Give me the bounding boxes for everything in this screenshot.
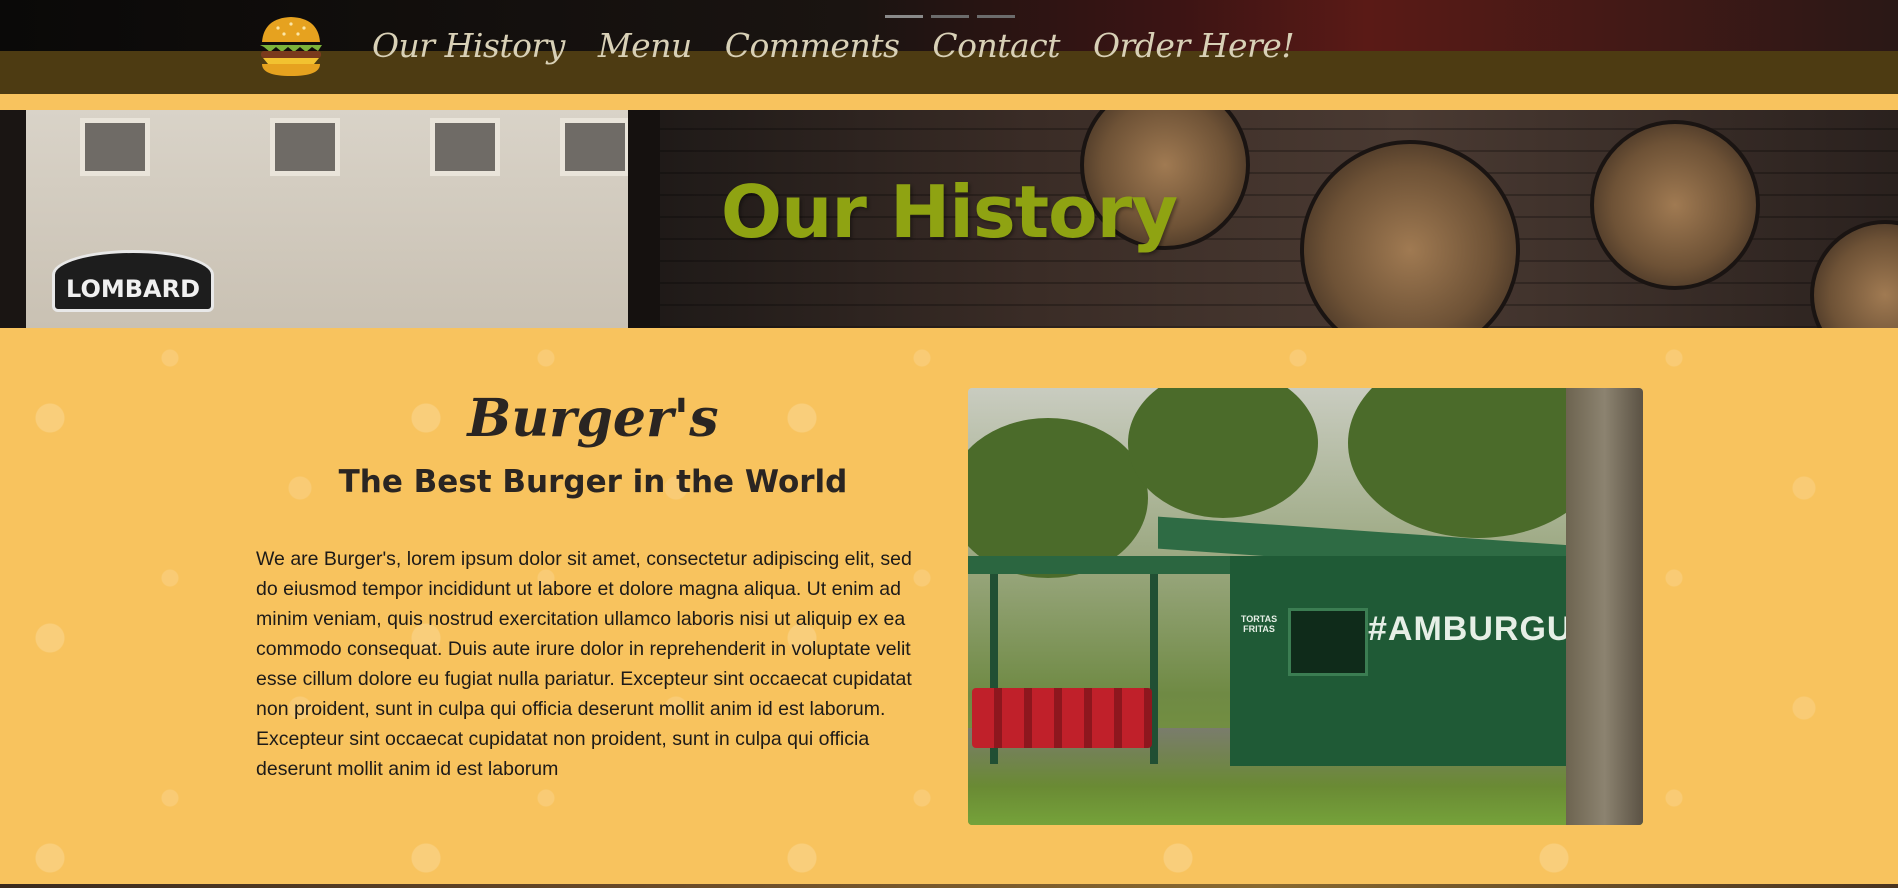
hero-window [270, 118, 340, 176]
nav-link-contact[interactable]: Contact [932, 26, 1060, 65]
lombard-sign: LOMBARD [52, 250, 214, 312]
photo-kiosk-window [1288, 608, 1368, 676]
hero-window [560, 118, 630, 176]
photo-tree [968, 418, 1148, 578]
photo-red-chairs [972, 688, 1152, 748]
carousel-indicators [885, 15, 1015, 18]
nav-link-menu[interactable]: Menu [598, 26, 692, 65]
burger-stand-photo: TORTAS FRITAS #AMBURGUESAS [968, 388, 1643, 825]
carousel-dot-1[interactable] [885, 15, 923, 18]
page-title: Our History [720, 170, 1178, 254]
nav-link-comments[interactable]: Comments [725, 26, 900, 65]
photo-small-sign: TORTAS FRITAS [1240, 614, 1278, 634]
about-section: Burger's The Best Burger in the World We… [0, 328, 1898, 884]
nav-links: Our History Menu Comments Contact Order … [372, 26, 1295, 65]
photo-tree [1128, 388, 1318, 518]
photo-tree-trunk [1566, 388, 1643, 825]
hero-window [80, 118, 150, 176]
burger-icon[interactable] [256, 14, 326, 80]
carousel-dot-2[interactable] [931, 15, 969, 18]
nav-link-order-here[interactable]: Order Here! [1093, 26, 1295, 65]
navbar-divider [0, 94, 1898, 110]
tagline: The Best Burger in the World [338, 464, 848, 500]
carousel-dot-3[interactable] [977, 15, 1015, 18]
brand-name: Burger's [467, 388, 719, 449]
top-navbar: Our History Menu Comments Contact Order … [0, 0, 1898, 110]
hero-window [430, 118, 500, 176]
about-description: We are Burger's, lorem ipsum dolor sit a… [256, 548, 912, 780]
photo-kiosk [1230, 556, 1610, 766]
photo-awning [968, 556, 1230, 574]
next-section-edge [0, 884, 1898, 888]
hero-banner: LOMBARD Our History [0, 110, 1898, 328]
nav-link-our-history[interactable]: Our History [372, 26, 565, 65]
